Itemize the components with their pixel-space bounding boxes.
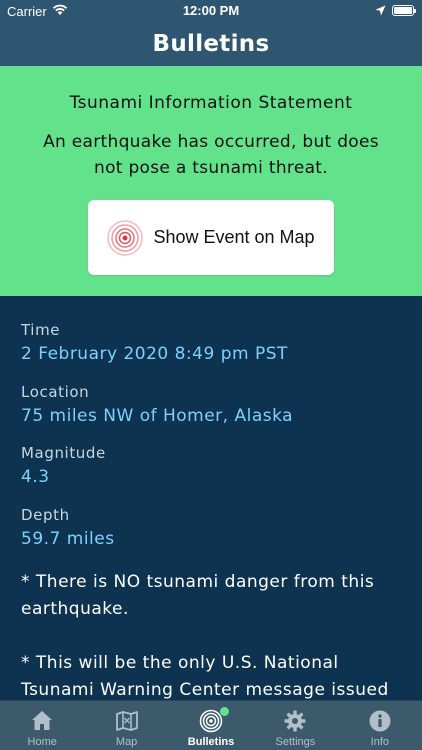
location-label: Location (21, 383, 90, 401)
bulletin-details: Time 2 February 2020 8:49 pm PST Locatio… (0, 296, 422, 700)
tab-map-label: Map (115, 736, 138, 748)
show-event-label: Show Event on Map (153, 227, 315, 247)
show-event-on-map-button[interactable]: Show Event on Map (88, 200, 334, 275)
bulletin-notes: * There is NO tsunami danger from this e… (21, 569, 394, 700)
bulletins-icon (199, 707, 230, 733)
tab-home[interactable]: Home (0, 701, 84, 750)
tab-info[interactable]: Info (338, 701, 422, 750)
depth-label: Depth (21, 506, 70, 524)
note-only-message: * This will be the only U.S. National Ts… (21, 653, 389, 700)
tab-bulletins-label: Bulletins (187, 736, 235, 748)
page-title: Bulletins (152, 31, 270, 57)
time-field: Time 2 February 2020 8:49 pm PST (21, 321, 288, 364)
depth-field: Depth 59.7 miles (21, 506, 115, 549)
tab-bar: Home Map Bulletins Settings Info (0, 700, 422, 750)
bulletin-message: An earthquake has occurred, but does not… (43, 132, 379, 178)
magnitude-value: 4.3 (21, 467, 50, 487)
map-icon (115, 711, 138, 731)
time-label: Time (21, 321, 61, 339)
tab-bulletins[interactable]: Bulletins (169, 701, 253, 750)
magnitude-field: Magnitude 4.3 (21, 444, 106, 487)
location-field: Location 75 miles NW of Homer, Alaska (21, 383, 293, 426)
new-bulletin-badge (220, 707, 230, 716)
magnitude-label: Magnitude (21, 444, 106, 462)
info-icon (369, 710, 391, 732)
navigation-bar: Bulletins (0, 22, 422, 66)
tab-home-label: Home (27, 736, 57, 748)
location-arrow-icon (375, 4, 386, 19)
tab-map[interactable]: Map (84, 701, 168, 750)
battery-icon (392, 5, 416, 16)
note-no-danger: * There is NO tsunami danger from this e… (21, 572, 375, 619)
status-bar: Carrier 12:00 PM (0, 0, 422, 22)
bulletin-banner: Tsunami Information Statement An earthqu… (0, 66, 422, 296)
home-icon (32, 711, 53, 730)
location-value: 75 miles NW of Homer, Alaska (21, 406, 294, 426)
earthquake-icon (107, 219, 144, 256)
tab-settings[interactable]: Settings (253, 701, 337, 750)
clock: 12:00 PM (182, 3, 240, 18)
depth-value: 59.7 miles (21, 529, 115, 549)
bulletin-heading: Tsunami Information Statement (69, 93, 353, 113)
time-value: 2 February 2020 8:49 pm PST (21, 344, 288, 364)
tab-info-label: Info (370, 736, 389, 748)
gear-icon (284, 710, 306, 732)
tab-settings-label: Settings (275, 736, 316, 748)
